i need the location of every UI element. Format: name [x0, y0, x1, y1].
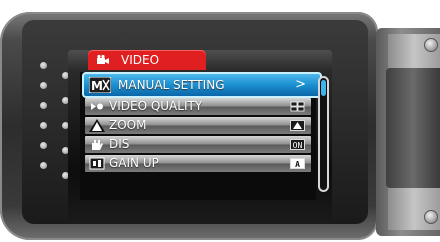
lcd-screen: VIDEO M MANUAL SETTING > VIDEO QUALITY Z… [68, 50, 332, 222]
menu-list: M MANUAL SETTING > VIDEO QUALITY ZOOM DI… [80, 72, 322, 200]
button-dot[interactable] [40, 122, 47, 129]
svg-text:M: M [91, 79, 103, 93]
menu-item-label: GAIN UP [109, 156, 159, 170]
menu-item-dis[interactable]: DIS ON [85, 136, 311, 153]
dis-value: ON [290, 139, 305, 150]
scrollbar-thumb[interactable] [321, 80, 326, 96]
button-dot[interactable] [40, 102, 47, 109]
menu-item-gain-up[interactable]: GAIN UP A [85, 155, 311, 172]
tab-video[interactable]: VIDEO [88, 50, 206, 70]
chevron-right-icon: > [295, 77, 306, 92]
button-dot[interactable] [40, 142, 47, 149]
dis-icon [92, 140, 103, 150]
video-quality-icon [91, 103, 103, 110]
button-dot[interactable] [40, 82, 47, 89]
zoom-value-icon [290, 120, 305, 131]
manual-setting-icon: M [89, 77, 111, 93]
screw-icon [424, 210, 438, 224]
menu-item-zoom[interactable]: ZOOM [85, 117, 311, 134]
gain-up-icon [89, 157, 105, 170]
screw-icon [424, 38, 438, 52]
scrollbar[interactable] [318, 76, 329, 192]
video-camera-icon [97, 54, 109, 64]
zoom-icon [89, 119, 105, 132]
menu-item-label: MANUAL SETTING [118, 78, 225, 92]
video-quality-value-icon [290, 101, 305, 112]
menu-item-video-quality[interactable]: VIDEO QUALITY [85, 98, 311, 115]
menu-item-label: DIS [109, 137, 130, 151]
hinge-block [386, 68, 440, 188]
menu-item-label: VIDEO QUALITY [109, 99, 203, 113]
tab-label: VIDEO [121, 53, 160, 67]
menu-item-label: ZOOM [109, 118, 147, 132]
button-dot[interactable] [40, 62, 47, 69]
menu-item-manual-setting[interactable]: M MANUAL SETTING > [82, 72, 322, 98]
button-dot[interactable] [40, 162, 47, 169]
gain-up-value: A [290, 158, 305, 169]
